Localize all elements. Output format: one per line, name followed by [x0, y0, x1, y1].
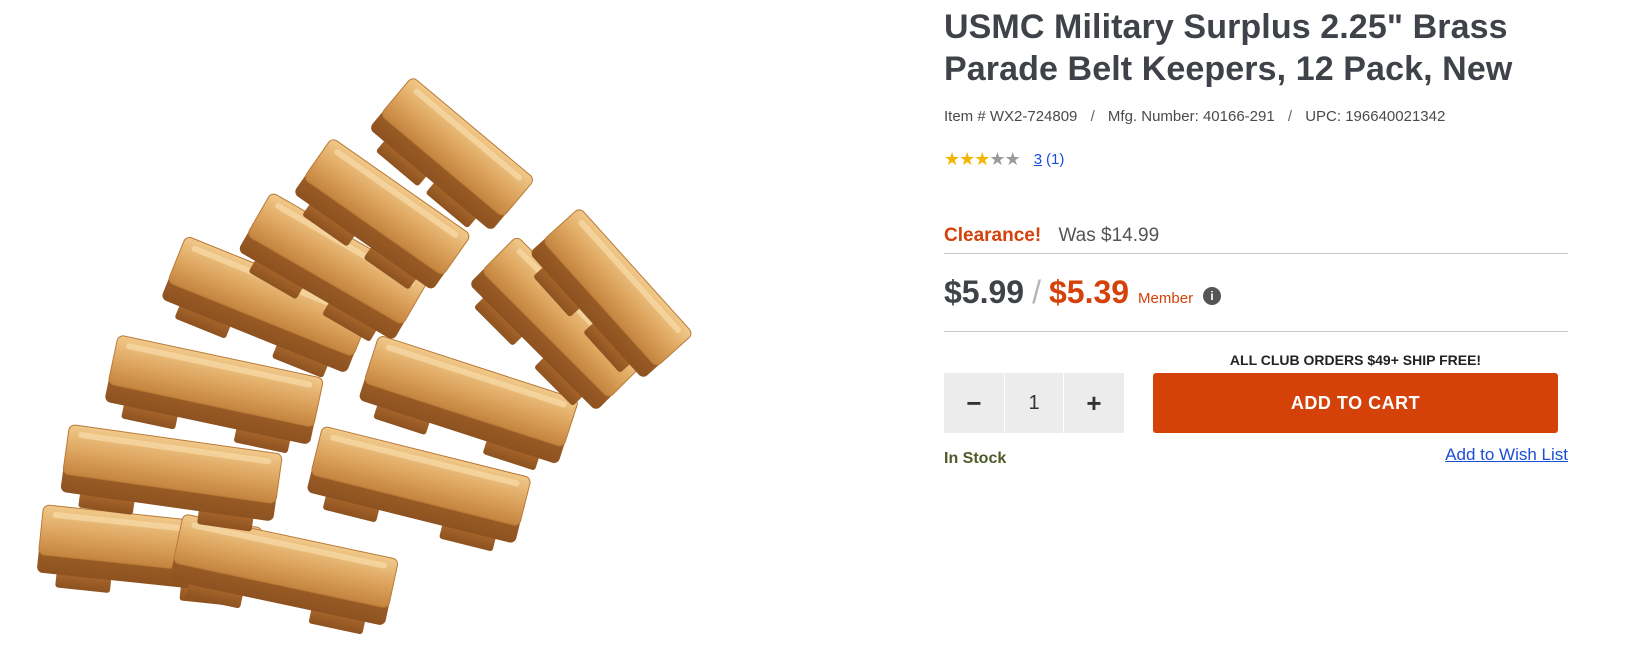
product-image-area[interactable]: [0, 0, 880, 668]
quantity-input[interactable]: [1004, 373, 1064, 433]
review-count[interactable]: (1): [1046, 151, 1064, 168]
regular-price: $5.99: [944, 274, 1025, 310]
price-separator: /: [1032, 274, 1041, 310]
divider: [944, 331, 1568, 332]
add-to-cart-button[interactable]: ADD TO CART: [1153, 373, 1558, 433]
rating-score[interactable]: 3: [1034, 151, 1042, 168]
upc-number: UPC: 196640021342: [1305, 108, 1446, 125]
clearance-row: Clearance! Was $14.99: [944, 225, 1159, 247]
increase-quantity-button[interactable]: +: [1064, 373, 1124, 433]
info-icon[interactable]: i: [1203, 287, 1222, 305]
divider: [944, 253, 1568, 254]
decrease-quantity-button[interactable]: −: [944, 373, 1004, 433]
stock-status: In Stock: [944, 450, 1007, 467]
star-empty-icon: ★: [989, 149, 1005, 169]
product-identifiers: Item # WX2-724809 / Mfg. Number: 40166-2…: [944, 108, 1445, 125]
quantity-stepper: − +: [944, 373, 1124, 433]
item-number: Item # WX2-724809: [944, 108, 1078, 125]
star-filled-icon: ★: [959, 149, 975, 169]
add-to-wishlist-link[interactable]: Add to Wish List: [1445, 445, 1568, 465]
star-empty-icon: ★: [1004, 149, 1021, 169]
product-image[interactable]: [0, 0, 880, 668]
price-row: $5.99 / $5.39 Member i: [944, 274, 1222, 311]
reviews-link[interactable]: 3 (1): [1034, 151, 1065, 168]
clearance-badge: Clearance!: [944, 225, 1042, 246]
member-label: Member: [1138, 290, 1194, 307]
mfg-number: Mfg. Number: 40166-291: [1107, 108, 1275, 125]
free-shipping-note: ALL CLUB ORDERS $49+ SHIP FREE!: [1229, 352, 1482, 368]
member-price: $5.39: [1048, 274, 1130, 310]
star-rating: ★ ★ ★ ★ ★: [944, 149, 1021, 169]
product-title: USMC Military Surplus 2.25" Brass Parade…: [944, 8, 1513, 88]
star-filled-icon: ★: [944, 149, 960, 169]
was-price: Was $14.99: [1058, 225, 1160, 246]
star-filled-icon: ★: [974, 149, 990, 169]
meta-separator: /: [1287, 108, 1293, 125]
rating-summary: ★ ★ ★ ★ ★ 3 (1): [944, 150, 1064, 168]
belt-keeper: [170, 514, 399, 635]
meta-separator: /: [1090, 108, 1095, 125]
